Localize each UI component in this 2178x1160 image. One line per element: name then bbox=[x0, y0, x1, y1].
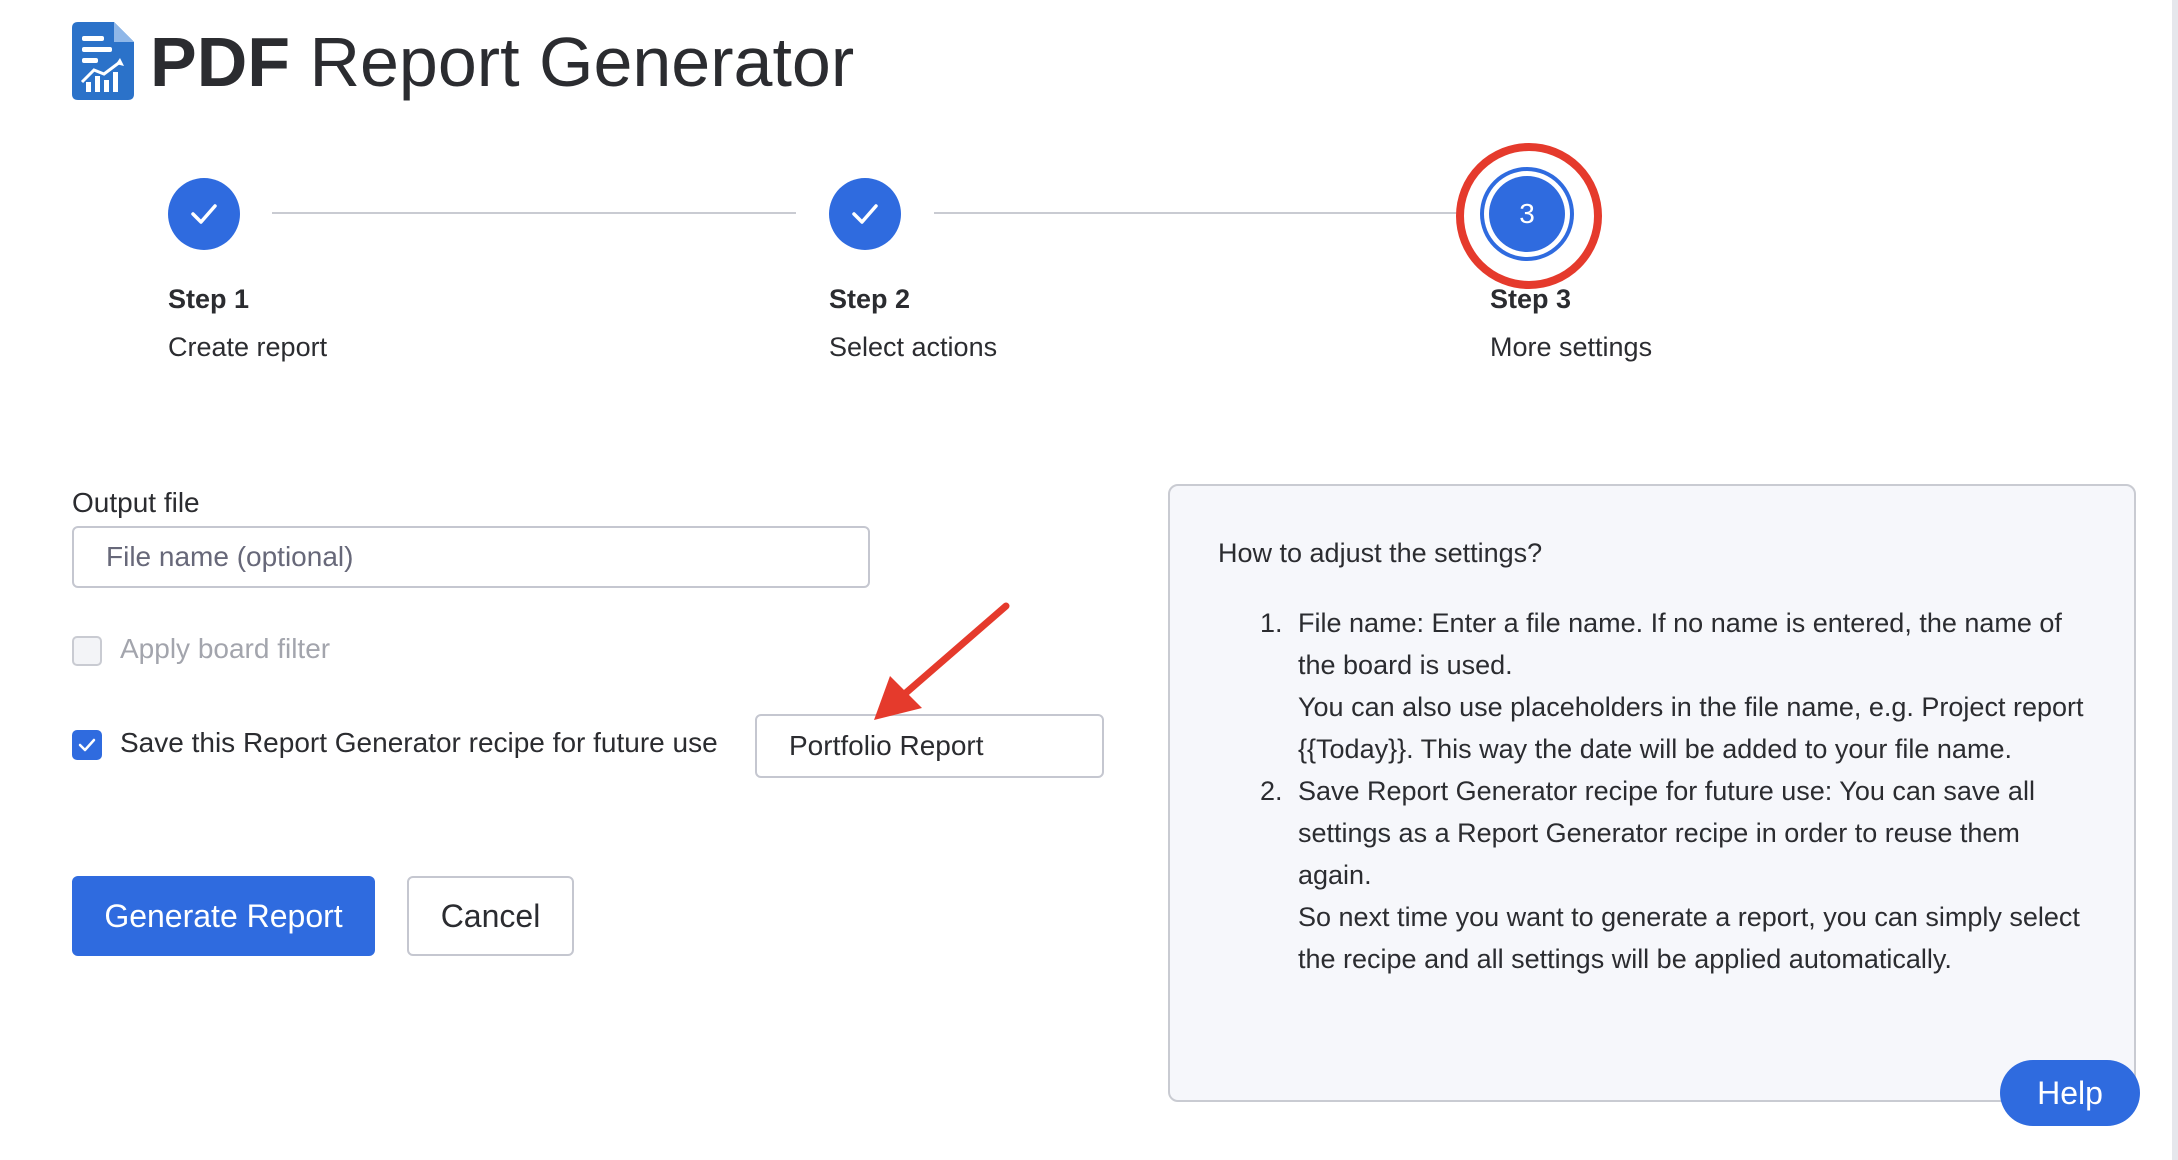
step-3-label: Step 3 bbox=[1490, 284, 1572, 314]
list-item-number: 2. bbox=[1260, 776, 1283, 806]
app-title: PDF Report Generator bbox=[150, 14, 854, 110]
list-item-paragraph: File name: Enter a file name. If no name… bbox=[1298, 608, 2062, 680]
annotation-highlight-circle bbox=[1456, 143, 1602, 289]
scrollbar-track[interactable] bbox=[2172, 0, 2178, 1160]
output-file-label: Output file bbox=[72, 487, 200, 518]
list-item-paragraph: So next time you want to generate a repo… bbox=[1298, 902, 2080, 974]
check-icon bbox=[78, 738, 96, 752]
check-icon bbox=[852, 204, 878, 224]
step-3-description: More settings bbox=[1490, 332, 1653, 362]
apply-board-filter-checkbox[interactable] bbox=[72, 636, 102, 666]
list-item-number: 1. bbox=[1260, 608, 1283, 638]
help-panel-title: How to adjust the settings? bbox=[1218, 538, 1543, 568]
step-1-description: Create report bbox=[168, 332, 328, 362]
list-item: 2. Save Report Generator recipe for futu… bbox=[1218, 770, 2098, 980]
apply-board-filter-label: Apply board filter bbox=[120, 633, 331, 664]
generate-report-button[interactable]: Generate Report bbox=[72, 876, 375, 956]
file-name-input[interactable] bbox=[72, 526, 870, 588]
list-item-paragraph: You can also use placeholders in the fil… bbox=[1298, 692, 2084, 764]
step-2-indicator[interactable] bbox=[829, 178, 901, 250]
save-recipe-checkbox[interactable] bbox=[72, 730, 102, 760]
save-recipe-label: Save this Report Generator recipe for fu… bbox=[120, 727, 718, 758]
app-title-bold: PDF bbox=[150, 23, 290, 101]
arrow-icon bbox=[860, 598, 1020, 733]
step-2-description: Select actions bbox=[829, 332, 998, 362]
step-connector-1 bbox=[272, 212, 796, 214]
list-item-paragraph: Save Report Generator recipe for future … bbox=[1298, 776, 2035, 890]
step-connector-2 bbox=[934, 212, 1458, 214]
help-button[interactable]: Help bbox=[2000, 1060, 2140, 1126]
pdf-report-logo-icon bbox=[72, 22, 134, 100]
step-1-label: Step 1 bbox=[168, 284, 250, 314]
list-item: 1. File name: Enter a file name. If no n… bbox=[1218, 602, 2098, 770]
step-1-indicator[interactable] bbox=[168, 178, 240, 250]
app-title-rest: Report Generator bbox=[290, 23, 855, 101]
help-instructions-list: 1. File name: Enter a file name. If no n… bbox=[1218, 602, 2098, 980]
step-2-label: Step 2 bbox=[829, 284, 911, 314]
check-icon bbox=[191, 204, 217, 224]
cancel-button[interactable]: Cancel bbox=[407, 876, 574, 956]
